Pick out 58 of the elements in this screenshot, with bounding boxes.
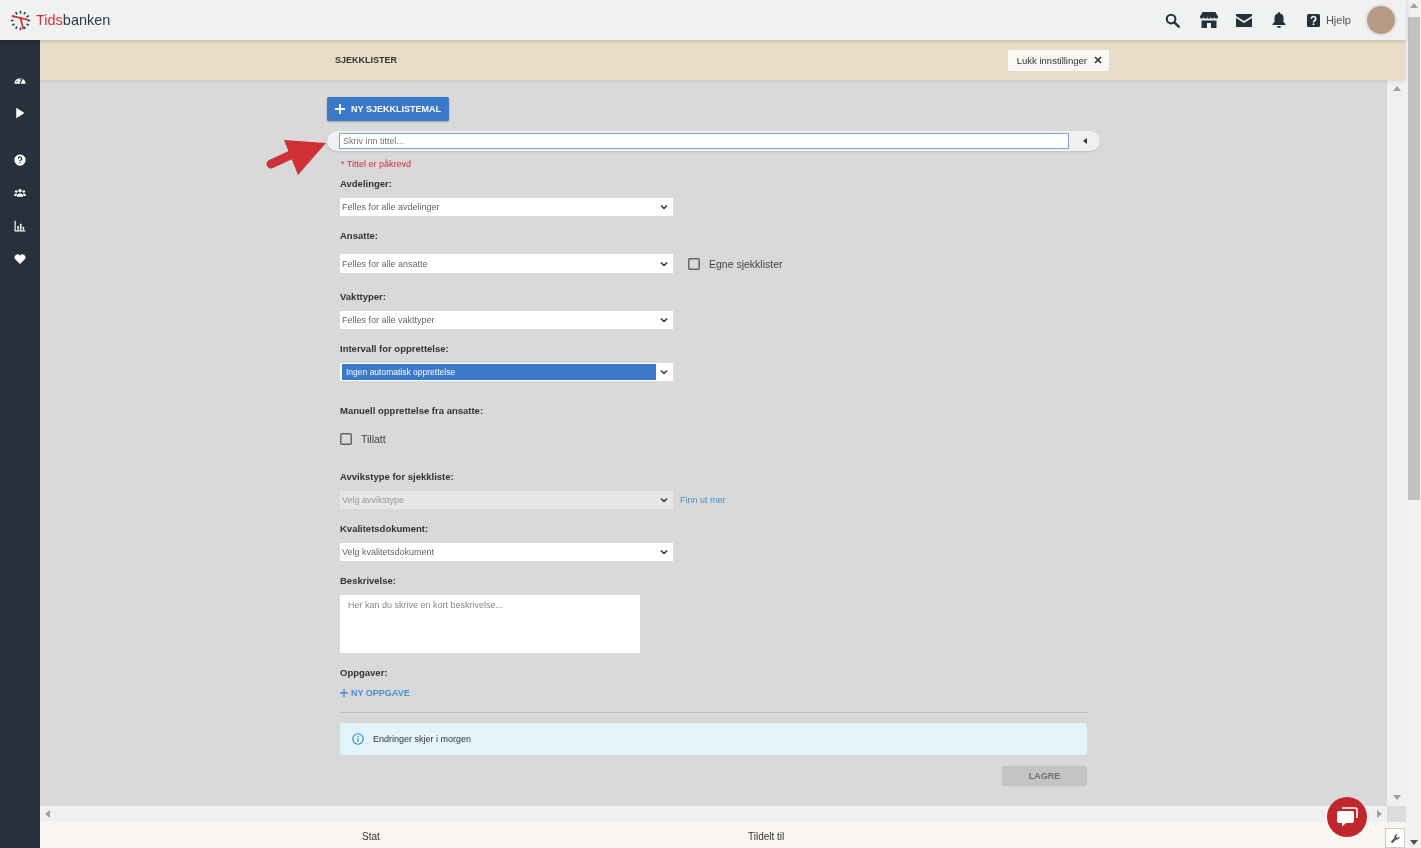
checkbox[interactable] [688, 257, 700, 270]
field-label: Avdelinger: [340, 177, 392, 191]
field-label: Intervall for opprettelse: [340, 342, 449, 356]
close-icon [1094, 56, 1102, 64]
play-icon[interactable] [14, 107, 26, 119]
dropdown[interactable]: Felles for alle ansatte [340, 254, 673, 273]
storefront-icon[interactable] [1199, 12, 1218, 28]
bar-chart-icon[interactable] [14, 220, 26, 232]
field-label: Manuell opprettelse fra ansatte: [340, 404, 484, 418]
field-label: Oppgaver: [340, 666, 388, 680]
info-icon [352, 733, 364, 745]
chevron-down-icon [660, 549, 668, 555]
bell-icon[interactable] [1271, 12, 1286, 28]
field-label: Beskrivelse: [340, 574, 396, 588]
users-icon[interactable] [14, 187, 26, 199]
plus-icon [340, 689, 348, 697]
dropdown[interactable]: Felles for alle avdelinger [340, 198, 673, 216]
checkbox[interactable] [340, 433, 352, 445]
field-label: Ansatte: [340, 229, 378, 243]
heart-icon[interactable] [14, 253, 26, 265]
wrench-icon [1390, 833, 1400, 843]
description-textarea[interactable]: Her kan du skrive en kort beskrivelse... [340, 595, 640, 653]
caret-left-icon[interactable] [1083, 138, 1087, 144]
chevron-down-icon [660, 317, 668, 323]
new-template-button[interactable]: NY SJEKKLISTEMAL [327, 97, 449, 121]
dropdown[interactable]: Ingen automatisk opprettelse [340, 363, 673, 381]
page-title: SJEKKLISTER [335, 55, 397, 65]
help-link[interactable]: Hjelp [1325, 14, 1351, 26]
plus-icon [335, 104, 346, 114]
page-scrollbar[interactable] [1406, 0, 1421, 848]
scrollbar-thumb[interactable] [1407, 17, 1420, 500]
logo-text: Tidsbanken [36, 12, 111, 28]
column-heading: Tildelt til [748, 831, 785, 843]
chevron-down-icon [660, 204, 668, 210]
field-label: Kvalitetsdokument: [340, 522, 429, 536]
logo-icon [10, 9, 31, 31]
help-circle-icon[interactable] [14, 154, 26, 166]
chevron-down-icon [660, 369, 668, 375]
checkbox-label[interactable]: Tillatt [361, 433, 386, 445]
checkbox-label[interactable]: Egne sjekklister [709, 257, 783, 270]
info-text: Endringer skjer i morgen [373, 734, 472, 744]
chevron-down-icon [660, 497, 668, 503]
error-message: * Tittel er påkrevd [341, 158, 412, 170]
scrollbar-corner [1387, 806, 1406, 822]
chat-button[interactable] [1327, 797, 1367, 837]
dropdown[interactable]: Velg kvalitetsdokument [340, 543, 673, 561]
mail-icon[interactable] [1235, 13, 1252, 27]
search-icon[interactable] [1164, 12, 1180, 28]
dropdown[interactable]: Felles for alle vakttyper [340, 311, 673, 329]
column-heading: Stat [362, 831, 380, 843]
close-settings-button[interactable]: Lukk innstillinger [1007, 49, 1109, 71]
chevron-down-icon [660, 260, 668, 267]
field-label: Vakttyper: [340, 290, 386, 304]
field-label: Avvikstype for sjekkliste: [340, 470, 454, 484]
help-icon[interactable] [1306, 13, 1320, 27]
title-input[interactable]: Skriv inn tittel... [339, 133, 1069, 149]
tools-button[interactable] [1385, 828, 1405, 848]
scroll-down-icon[interactable] [1409, 840, 1418, 845]
